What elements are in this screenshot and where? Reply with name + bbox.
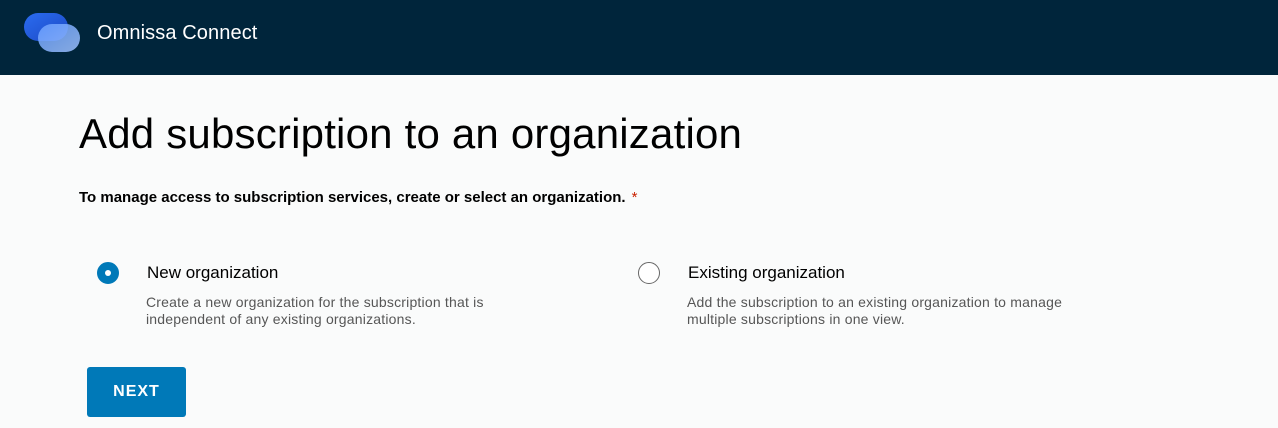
page-title: Add subscription to an organization [79, 110, 743, 157]
option-label[interactable]: New organization [147, 263, 278, 283]
instruction-text: To manage access to subscription service… [79, 189, 637, 207]
main-content: Add subscription to an organization To m… [0, 75, 1278, 428]
next-button[interactable]: NEXT [87, 367, 186, 417]
omnissa-logo-icon[interactable] [24, 13, 82, 53]
radio-new-organization[interactable] [97, 262, 119, 284]
radio-existing-organization[interactable] [638, 262, 660, 284]
app-title: Omnissa Connect [97, 22, 258, 44]
app-header: Omnissa Connect [0, 0, 1278, 75]
required-marker: * [631, 189, 638, 206]
instruction-label: To manage access to subscription service… [79, 189, 626, 206]
option-description: Add the subscription to an existing orga… [687, 294, 1063, 327]
radio-selected-dot [105, 270, 111, 276]
option-label[interactable]: Existing organization [688, 263, 845, 283]
option-description: Create a new organization for the subscr… [146, 294, 484, 327]
